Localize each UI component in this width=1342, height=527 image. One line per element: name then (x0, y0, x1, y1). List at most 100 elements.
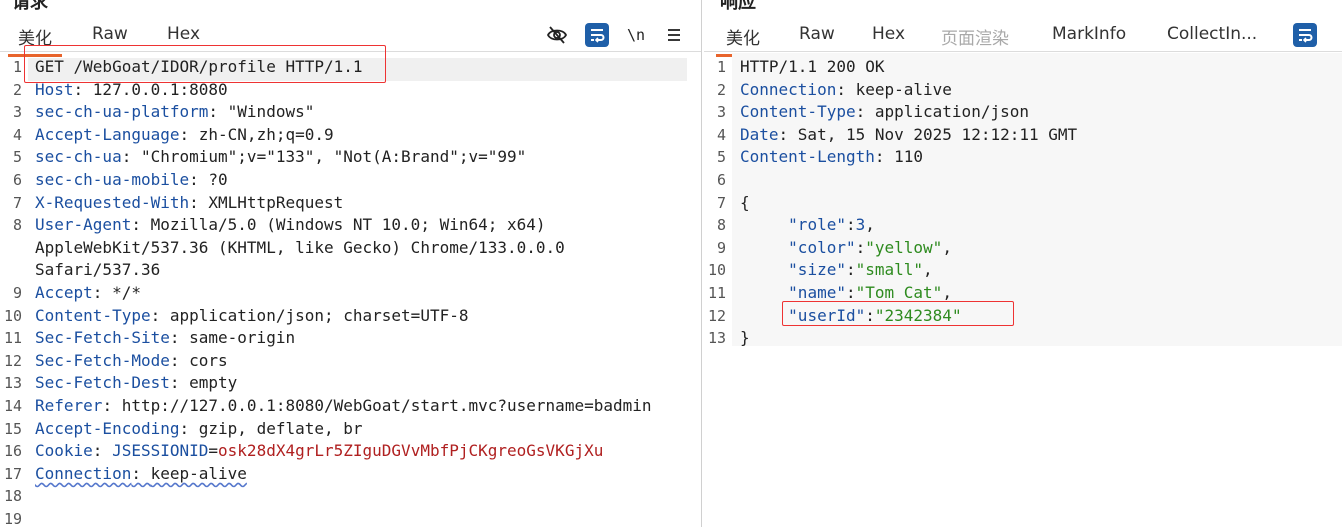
code-line-continuation: Safari/537.36 (0, 259, 701, 282)
header-colon: : (121, 147, 141, 167)
header-name: Connection (740, 79, 837, 99)
code-line-continuation: AppleWebKit/537.36 (KHTML, like Gecko) C… (0, 237, 701, 260)
code-line: 14 Referer: http://127.0.0.1:8080/WebGoat… (0, 395, 701, 418)
hamburger-menu-icon[interactable] (662, 23, 686, 47)
code-line: 4 Date: Sat, 15 Nov 2025 12:12:11 GMT (704, 124, 1342, 147)
response-tab-render[interactable]: 页面渲染 (941, 24, 1009, 49)
line-number: 1 (12, 58, 22, 76)
header-colon: : (92, 282, 113, 302)
line-text: HTTP/1.1 200 OK (740, 57, 885, 76)
header-value: 110 (894, 147, 924, 167)
line-number: 18 (3, 487, 22, 506)
line-content: Sec-Fetch-Dest: empty (35, 372, 237, 395)
line-number: 8 (12, 216, 22, 235)
header-name: Content-Type (35, 305, 151, 325)
header-name: sec-ch-ua-platform (35, 102, 209, 122)
header-name: X-Requested-With (35, 192, 190, 212)
json-key: "role" (788, 215, 846, 235)
header-colon: : (150, 305, 170, 325)
code-line: 10 Content-Type: application/json; charse… (0, 305, 701, 328)
eye-slash-icon[interactable] (545, 23, 569, 47)
response-tabbar: 美化 Raw Hex 页面渲染 MarkInfo CollectIn... (704, 18, 1342, 57)
header-colon: : (179, 418, 199, 438)
response-editor[interactable]: 1 HTTP/1.1 200 OK 2 Connection: keep-alive 3… (704, 53, 1342, 527)
line-number: 9 (716, 238, 726, 257)
line-content: Sec-Fetch-Mode: cors (35, 350, 228, 373)
text-wrap-icon[interactable] (1293, 23, 1317, 47)
code-line: 6 sec-ch-ua-mobile: ?0 (0, 169, 701, 192)
line-content: } (740, 328, 750, 348)
line-number: 12 (707, 306, 726, 325)
line-content: "size":"small", (740, 259, 933, 282)
code-line: 3 Content-Type: application/json (704, 101, 1342, 124)
request-tab-hex[interactable]: Hex (167, 24, 200, 44)
code-line: 19 (0, 508, 701, 527)
line-number: 17 (3, 464, 22, 483)
header-value: application/json (874, 102, 1029, 122)
line-content: Connection: keep-alive (35, 463, 247, 486)
code-line: 17 Connection: keep-alive (0, 463, 701, 486)
header-value: */* (112, 282, 141, 302)
line-content: "color":"yellow", (740, 237, 952, 260)
userid-annotation-box (782, 301, 1014, 326)
header-colon: : (778, 124, 798, 144)
code-line: 10 "size":"small", (704, 259, 1342, 282)
cookie-value: osk28dX4grLr5ZIguDGVvMbfPjCKgreoGsVKGjXu (218, 441, 604, 461)
json-value: "yellow" (865, 237, 943, 257)
header-name: sec-ch-ua (35, 147, 122, 167)
code-line: 18 (0, 485, 701, 508)
line-number: 4 (12, 125, 22, 144)
header-value: ?0 (208, 169, 228, 189)
response-tab-raw[interactable]: Raw (799, 24, 835, 44)
header-value: Sat, 15 Nov 2025 12:12:11 GMT (797, 124, 1078, 144)
newline-toggle[interactable]: \n (624, 23, 648, 47)
code-line: 9 Accept: */* (0, 282, 701, 305)
line-content: sec-ch-ua-mobile: ?0 (35, 169, 228, 192)
line-number: 4 (716, 125, 726, 144)
line-number: 8 (716, 216, 726, 235)
header-name: Cookie (35, 441, 93, 461)
line-content: Accept-Language: zh-CN,zh;q=0.9 (35, 124, 334, 147)
header-colon: : (131, 215, 151, 235)
json-colon: : (845, 260, 856, 280)
header-colon: : (169, 350, 190, 370)
json-key: "color" (788, 237, 856, 257)
line-content: Content-Type: application/json; charset=… (35, 305, 468, 328)
line-number: 6 (716, 170, 726, 189)
request-pane: 请求 美化 Raw Hex \n 1 GET /WebGoat/IDOR/prof… (0, 0, 702, 527)
line-content: Safari/537.36 (35, 260, 161, 280)
json-comma: , (865, 215, 875, 235)
line-content: HTTP/1.1 200 OK (740, 56, 885, 79)
line-content: "role":3, (740, 214, 875, 237)
code-line: 4 Accept-Language: zh-CN,zh;q=0.9 (0, 124, 701, 147)
response-tab-collectinfo[interactable]: CollectIn... (1167, 24, 1257, 44)
line-content: Connection: keep-alive (740, 79, 952, 102)
line-number: 3 (12, 103, 22, 122)
line-number: 10 (3, 306, 22, 325)
header-name: Sec-Fetch-Dest (35, 373, 170, 393)
request-lines: 1 GET /WebGoat/IDOR/profile HTTP/1.1 2 Host… (0, 56, 701, 527)
request-editor[interactable]: 1 GET /WebGoat/IDOR/profile HTTP/1.1 2 Host… (0, 53, 701, 527)
code-line: 15 Accept-Encoding: gzip, deflate, br (0, 418, 701, 441)
response-tab-markinfo[interactable]: MarkInfo (1052, 24, 1126, 44)
line-number: 11 (707, 283, 726, 302)
code-line: 16 Cookie: JSESSIONID=osk28dX4grLr5ZIguDG… (0, 440, 701, 463)
text-wrap-icon[interactable] (585, 23, 609, 47)
line-text: { (740, 192, 750, 212)
request-tab-raw[interactable]: Raw (92, 24, 128, 44)
response-tab-pretty[interactable]: 美化 (716, 24, 770, 57)
line-number: 13 (3, 374, 22, 393)
line-content: Cookie: JSESSIONID=osk28dX4grLr5ZIguDGVv… (35, 440, 603, 463)
line-content: Content-Length: 110 (740, 146, 923, 169)
header-colon: : (874, 147, 895, 167)
line-number: 16 (3, 442, 22, 461)
code-line: 5 sec-ch-ua: "Chromium";v="133", "Not(A:B… (0, 146, 701, 169)
line-content: Sec-Fetch-Site: same-origin (35, 327, 295, 350)
code-line: 13} (704, 327, 1342, 350)
header-colon: : (189, 169, 209, 189)
code-line: 1 HTTP/1.1 200 OK (704, 56, 1342, 79)
response-tab-hex[interactable]: Hex (872, 24, 905, 44)
line-number: 1 (716, 58, 726, 76)
